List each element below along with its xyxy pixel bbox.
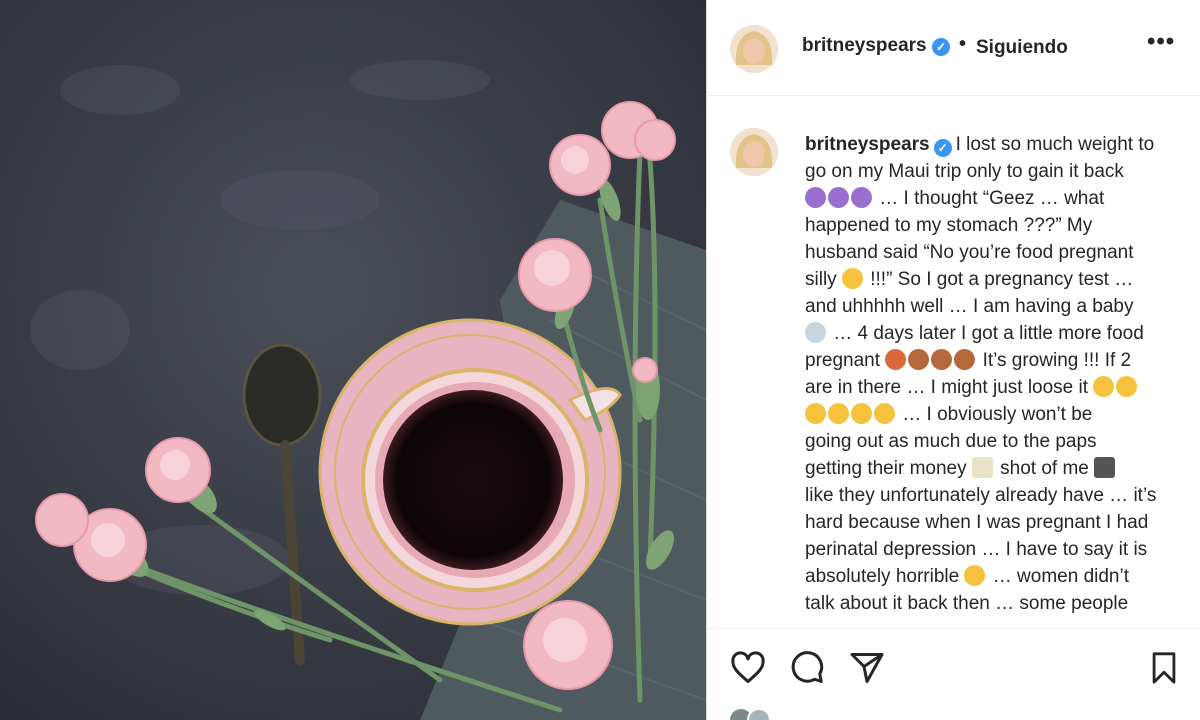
bookmark-icon[interactable] [1147, 650, 1181, 686]
pregnant-woman-emoji-icon [885, 349, 907, 370]
grimacing-emoji-icon [851, 403, 872, 424]
verified-badge-icon: ✓ [933, 139, 952, 157]
caption-line: are in there … I might just loose it [805, 374, 1190, 401]
caption-line: … 4 days later I got a little more food [805, 320, 1190, 347]
photo-image [0, 0, 706, 720]
caption-segment: … 4 days later I got a little more food [833, 323, 1144, 344]
caption-segment: silly [805, 269, 837, 290]
caption-segment: shot of me [1000, 458, 1089, 479]
caption-line: going out as much due to the paps [805, 428, 1190, 455]
caption-area: britneyspears ✓ I lost so much weight to g… [707, 96, 1200, 626]
caption-segment: … women didn’t [992, 566, 1129, 587]
caption-line: absolutely horrible … women didn’t [805, 563, 1190, 590]
camera-emoji-icon [1094, 457, 1116, 478]
money-emoji-icon [971, 457, 993, 478]
caption-text: britneyspears ✓ I lost so much weight to g… [805, 131, 1190, 617]
caption-line: getting their money shot of me [805, 455, 1190, 482]
caption-segment: go on my Maui trip only to gain it back [805, 161, 1124, 182]
caption-segment: happened to my stomach ???” My [805, 215, 1093, 236]
caption-segment: I lost so much weight to [955, 134, 1155, 155]
baby-emoji-icon [805, 322, 826, 343]
caption-username-link[interactable]: britneyspears [805, 134, 930, 155]
post-header: britneyspears ✓ • Siguiendo ••• [707, 0, 1200, 96]
action-bar [707, 628, 1200, 708]
grimacing-emoji-icon [805, 403, 826, 424]
caption-line: and uhhhhh well … I am having a baby [805, 293, 1190, 320]
heart-icon[interactable] [729, 650, 767, 686]
caption-segment: and uhhhhh well … I am having a baby [805, 296, 1134, 317]
caption-segment: It’s growing !!! If 2 [982, 350, 1132, 371]
caption-segment: like they unfortunately already have … i… [805, 485, 1157, 506]
follow-status-button[interactable]: Siguiendo [976, 37, 1068, 59]
grimacing-emoji-icon [828, 403, 849, 424]
caption-segment: going out as much due to the paps [805, 431, 1097, 452]
post-side-panel: britneyspears ✓ • Siguiendo ••• britneys… [706, 0, 1200, 720]
caption-line: husband said “No you’re food pregnant [805, 239, 1190, 266]
caption-segment: are in there … I might just loose it [805, 377, 1089, 398]
caption-line: britneyspears ✓ I lost so much weight to [805, 131, 1190, 158]
caption-segment: absolutely horrible [805, 566, 960, 587]
grimacing-emoji-icon [1093, 376, 1115, 397]
caption-segment: … I obviously won’t be [902, 404, 1093, 425]
see-no-evil-emoji-icon [931, 349, 953, 370]
avatar[interactable] [730, 25, 778, 73]
comment-icon[interactable] [789, 650, 825, 686]
more-options-icon[interactable]: ••• [1147, 28, 1175, 56]
caption-line: go on my Maui trip only to gain it back [805, 158, 1190, 185]
caption-line: hard because when I was pregnant I had [805, 509, 1190, 536]
post-photo[interactable] [0, 0, 706, 720]
sad-face-emoji-icon [964, 565, 986, 586]
grimacing-emoji-icon [874, 403, 895, 424]
see-no-evil-emoji-icon [828, 187, 849, 208]
username-link[interactable]: britneyspears [802, 35, 927, 57]
caption-line: like they unfortunately already have … i… [805, 482, 1190, 509]
caption-segment: pregnant [805, 350, 881, 371]
caption-segment: … I thought “Geez … what [879, 188, 1105, 209]
caption-line: happened to my stomach ???” My [805, 212, 1190, 239]
caption-line: perinatal depression … I have to say it … [805, 536, 1190, 563]
see-no-evil-emoji-icon [805, 187, 826, 208]
separator-dot: • [959, 33, 967, 55]
caption-line: … I obviously won’t be [805, 401, 1190, 428]
verified-badge-icon: ✓ [932, 38, 950, 56]
caption-segment: talk about it back then … some people [805, 593, 1129, 614]
caption-segment: hard because when I was pregnant I had [805, 512, 1149, 533]
caption-segment: !!!” So I got a pregnancy test … [870, 269, 1134, 290]
zany-face-emoji-icon [841, 268, 863, 289]
see-no-evil-emoji-icon [908, 349, 930, 370]
caption-segment: getting their money [805, 458, 967, 479]
see-no-evil-emoji-icon [851, 187, 872, 208]
caption-segment: perinatal depression … I have to say it … [805, 539, 1148, 560]
see-no-evil-emoji-icon [954, 349, 976, 370]
grimacing-emoji-icon [1116, 376, 1138, 397]
caption-line: … I thought “Geez … what [805, 185, 1190, 212]
caption-line: pregnant It’s growing !!! If 2 [805, 347, 1190, 374]
paper-plane-icon[interactable] [849, 650, 885, 686]
caption-line: talk about it back then … some people [805, 590, 1190, 617]
caption-segment: husband said “No you’re food pregnant [805, 242, 1134, 263]
avatar[interactable] [730, 128, 778, 176]
likes-preview-avatars[interactable] [727, 706, 1027, 720]
caption-line: silly !!!” So I got a pregnancy test … [805, 266, 1190, 293]
